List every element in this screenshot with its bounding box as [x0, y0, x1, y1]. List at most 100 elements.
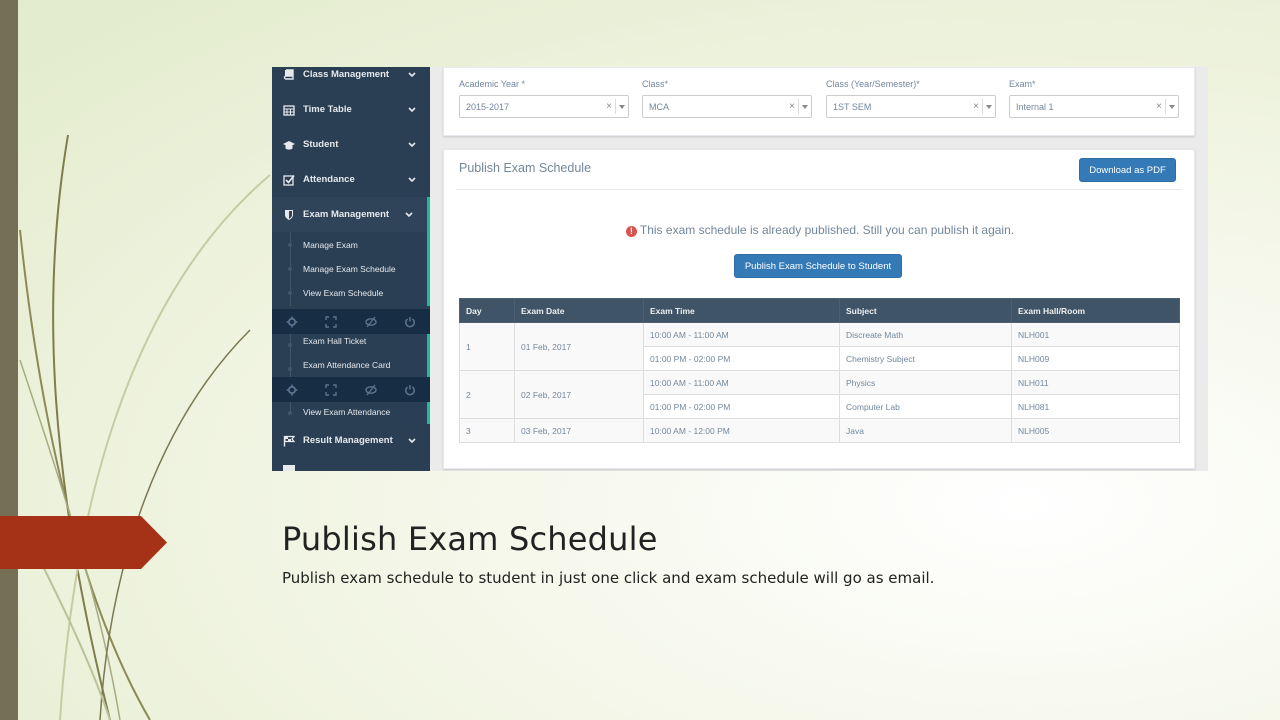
header-subject: Subject: [839, 298, 1012, 323]
clear-icon[interactable]: ×: [973, 101, 979, 112]
slide-title: Publish Exam Schedule: [282, 520, 658, 558]
table-row: 2 02 Feb, 2017 10:00 AM - 11:00 AM Physi…: [459, 370, 1180, 419]
sidebar-item-attendance[interactable]: Attendance: [272, 162, 430, 197]
class-semester-filter: Class (Year/Semester)* 1ST SEM ×: [826, 79, 996, 118]
submenu-exam-attendance-card[interactable]: Exam Attendance Card: [303, 360, 390, 370]
room-cell: NLH081: [1011, 394, 1180, 419]
filter-label: Class (Year/Semester)*: [826, 79, 920, 89]
date-cell: 03 Feb, 2017: [514, 418, 644, 443]
power-icon[interactable]: [404, 316, 416, 328]
chevron-down-icon: [408, 437, 416, 443]
select-separator: [1165, 99, 1166, 114]
subject-cell: Discreate Math: [839, 322, 1012, 347]
time-cell: 01:00 PM - 02:00 PM: [643, 346, 840, 371]
class-semester-select[interactable]: 1ST SEM ×: [826, 95, 996, 118]
download-pdf-button[interactable]: Download as PDF: [1079, 158, 1176, 182]
class-select[interactable]: MCA ×: [642, 95, 812, 118]
sidebar-item-label: Attendance: [303, 174, 355, 185]
sidebar-item-class-management[interactable]: Class Management: [272, 67, 430, 92]
slide-arrow-shape: [0, 516, 167, 569]
fullscreen-icon[interactable]: [325, 315, 337, 328]
submenu-dot: [288, 367, 292, 371]
select-separator: [982, 99, 983, 114]
panel-divider: [456, 189, 1182, 190]
submenu-dot: [288, 243, 292, 247]
sidebar-item-label: Class Management: [303, 69, 390, 80]
header-exam-date: Exam Date: [514, 298, 644, 323]
subject-cell: Physics: [839, 370, 1012, 395]
sidebar-item-result-management[interactable]: Result Management: [272, 423, 430, 458]
date-cell: 01 Feb, 2017: [514, 322, 644, 371]
room-cell: NLH001: [1011, 322, 1180, 347]
date-cell: 02 Feb, 2017: [514, 370, 644, 419]
partial-menu-icon: [283, 465, 295, 471]
exam-filter: Exam* Internal 1 ×: [1009, 79, 1179, 118]
submenu-manage-exam-schedule[interactable]: Manage Exam Schedule: [303, 264, 396, 274]
table-row: 3 03 Feb, 2017 10:00 AM - 12:00 PM Java …: [459, 418, 1180, 443]
submenu-manage-exam[interactable]: Manage Exam: [303, 240, 358, 250]
sidebar: Class Management Time Table Student Atte…: [272, 67, 430, 471]
sidebar-item-student[interactable]: Student: [272, 127, 430, 162]
chevron-down-icon: [408, 106, 416, 112]
academic-year-select[interactable]: 2015-2017 ×: [459, 95, 629, 118]
time-cell: 01:00 PM - 02:00 PM: [643, 394, 840, 419]
day-cell: 3: [459, 418, 515, 443]
submenu-dot: [288, 291, 292, 295]
submenu-view-exam-attendance[interactable]: View Exam Attendance: [303, 407, 390, 417]
caret-down-icon[interactable]: [1169, 105, 1175, 109]
sidebar-item-time-table[interactable]: Time Table: [272, 92, 430, 127]
header-exam-hall: Exam Hall/Room: [1011, 298, 1180, 323]
publish-to-student-button[interactable]: Publish Exam Schedule to Student: [734, 254, 902, 278]
sidebar-item-label: Result Management: [303, 435, 393, 446]
caret-down-icon[interactable]: [802, 105, 808, 109]
submenu-view-exam-schedule[interactable]: View Exam Schedule: [303, 288, 383, 298]
clear-icon[interactable]: ×: [1156, 101, 1162, 112]
exam-schedule-table: Day Exam Date Exam Time Subject Exam Hal…: [459, 298, 1180, 443]
slide-description: Publish exam schedule to student in just…: [282, 569, 935, 587]
checkbox-icon: [283, 174, 295, 186]
room-cell: NLH009: [1011, 346, 1180, 371]
select-value: 2015-2017: [466, 102, 510, 112]
sidebar-item-exam-management[interactable]: Exam Management: [272, 197, 430, 232]
caret-down-icon[interactable]: [619, 105, 625, 109]
filter-label: Academic Year *: [459, 79, 526, 89]
caret-down-icon[interactable]: [986, 105, 992, 109]
submenu-exam-hall-ticket[interactable]: Exam Hall Ticket: [303, 336, 366, 346]
gear-icon[interactable]: [286, 384, 298, 396]
clear-icon[interactable]: ×: [606, 101, 612, 112]
exam-submenu-continued: Exam Hall Ticket Exam Attendance Card: [272, 334, 430, 377]
gear-icon[interactable]: [286, 316, 298, 328]
sidebar-footer: [272, 309, 430, 334]
published-notice: ! This exam schedule is already published…: [444, 223, 1196, 237]
filter-label: Exam*: [1009, 79, 1036, 89]
filter-panel: Academic Year * 2015-2017 × Class* MCA ×: [443, 67, 1195, 136]
room-cell: NLH005: [1011, 418, 1180, 443]
slide-decorative-curves: [19, 134, 271, 720]
chevron-down-icon: [408, 71, 416, 77]
eye-slash-icon[interactable]: [365, 316, 377, 328]
day-cell: 1: [459, 322, 515, 371]
calendar-icon: [283, 104, 295, 116]
sidebar-item-label: Exam Management: [303, 209, 390, 220]
table-header-row: Day Exam Date Exam Time Subject Exam Hal…: [459, 298, 1180, 323]
select-separator: [615, 99, 616, 114]
main-content: Academic Year * 2015-2017 × Class* MCA ×: [430, 67, 1208, 471]
time-cell: 10:00 AM - 11:00 AM: [643, 370, 840, 395]
graduation-cap-icon: [283, 140, 295, 150]
room-cell: NLH011: [1011, 370, 1180, 395]
header-day: Day: [459, 298, 515, 323]
power-icon[interactable]: [404, 384, 416, 396]
clear-icon[interactable]: ×: [789, 101, 795, 112]
select-separator: [798, 99, 799, 114]
time-cell: 10:00 AM - 12:00 PM: [643, 418, 840, 443]
publish-schedule-panel: Publish Exam Schedule Download as PDF ! T…: [443, 149, 1195, 469]
submenu-dot: [288, 343, 292, 347]
chevron-down-icon: [405, 211, 413, 217]
fullscreen-icon[interactable]: [325, 383, 337, 396]
eye-slash-icon[interactable]: [365, 384, 377, 396]
exam-select[interactable]: Internal 1 ×: [1009, 95, 1179, 118]
book-icon: [283, 68, 294, 80]
time-cell: 10:00 AM - 11:00 AM: [643, 322, 840, 347]
exam-submenu: Manage Exam Manage Exam Schedule View Ex…: [272, 232, 430, 306]
day-cell: 2: [459, 370, 515, 419]
